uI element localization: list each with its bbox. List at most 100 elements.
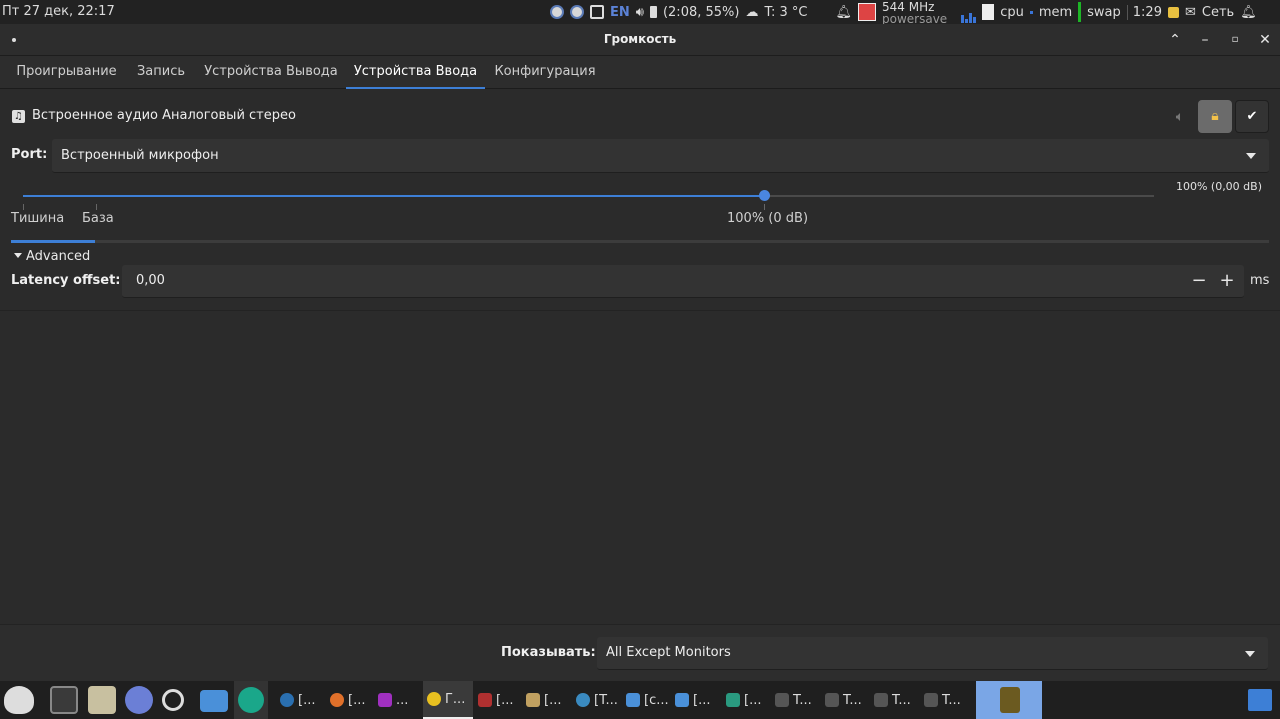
tab-bar: Проигрывание Запись Устройства Вывода Ус…	[0, 56, 1280, 89]
latency-unit: ms	[1250, 273, 1270, 288]
volume-slider-fill	[23, 195, 764, 197]
bottom-bar: Показывать: All Except Monitors	[0, 624, 1280, 681]
bell-icon[interactable]: 🔔︎	[835, 5, 852, 20]
task-item[interactable]: [...	[671, 681, 710, 719]
task-item[interactable]: T...	[771, 681, 812, 719]
minimize-icon[interactable]: –	[1195, 30, 1215, 50]
task-item[interactable]: T...	[870, 681, 911, 719]
task-label: [...	[693, 692, 711, 708]
task-item[interactable]: [...	[276, 681, 315, 719]
mem-label[interactable]: mem	[1039, 5, 1072, 20]
launcher-active[interactable]	[234, 681, 268, 719]
tab-playback[interactable]: Проигрывание	[8, 56, 125, 89]
eyes-icon[interactable]	[550, 5, 564, 19]
temperature[interactable]: T: 3 °C	[764, 5, 807, 20]
window-titlebar[interactable]: Громкость ⌃ – ▫ ✕	[0, 24, 1280, 56]
task-item[interactable]: T...	[920, 681, 961, 719]
volume-slider[interactable]	[23, 195, 1154, 197]
task-label: T...	[892, 692, 911, 708]
note-icon	[982, 4, 995, 20]
taskbar: [... [... ... Г... [... [... [T... [c...…	[0, 681, 1280, 719]
task-item[interactable]: [T...	[572, 681, 618, 719]
advanced-expander[interactable]: Advanced	[14, 249, 90, 264]
task-item[interactable]: [...	[326, 681, 365, 719]
latency-value[interactable]: 0,00	[136, 273, 165, 288]
battery-icon[interactable]	[649, 6, 657, 18]
keyboard-layout[interactable]: EN	[610, 5, 630, 20]
folder-icon[interactable]	[200, 690, 228, 712]
task-item[interactable]: [...	[522, 681, 561, 719]
task-item-current[interactable]: Г...	[423, 681, 473, 719]
task-label: [...	[298, 692, 316, 708]
volume-readout: 100% (0,00 dB)	[1175, 180, 1262, 193]
task-label: [...	[744, 692, 762, 708]
network-label[interactable]: Сеть	[1202, 5, 1234, 20]
volume-slider-handle[interactable]	[758, 190, 770, 201]
tab-output-devices[interactable]: Устройства Вывода	[197, 56, 345, 89]
cpu-freq[interactable]: 544 MHz powersave	[882, 0, 947, 24]
file-manager-icon[interactable]	[88, 686, 116, 714]
tab-recording[interactable]: Запись	[126, 56, 196, 89]
task-item[interactable]: [...	[474, 681, 513, 719]
task-item[interactable]: T...	[821, 681, 862, 719]
clock[interactable]: 1:29	[1126, 4, 1162, 20]
battery-status[interactable]: (2:08, 55%)	[663, 5, 740, 20]
port-select[interactable]: Встроенный микрофон	[52, 139, 1269, 173]
speaker-mute-icon[interactable]: 🔈︎	[1170, 107, 1190, 127]
workspace-pager[interactable]	[976, 681, 1042, 719]
latency-label: Latency offset:	[11, 273, 121, 288]
show-desktop-icon[interactable]	[1248, 689, 1272, 711]
mark-100: 100% (0 dB)	[727, 211, 809, 226]
tick-silence	[23, 204, 24, 210]
tab-input-devices[interactable]: Устройства Ввода	[346, 56, 485, 89]
speaker-app-icon	[1000, 687, 1020, 713]
volume-icon[interactable]: 🔊︎	[636, 5, 644, 20]
tab-configuration[interactable]: Конфигурация	[486, 56, 604, 89]
latency-offset-spinbox[interactable]: 0,00 − +	[122, 265, 1244, 298]
set-default-button[interactable]: ✔	[1235, 100, 1269, 133]
chevron-down-icon	[1246, 153, 1256, 159]
level-meter-fill	[11, 240, 96, 243]
search-icon[interactable]	[162, 689, 184, 711]
chevron-down-icon	[1245, 651, 1255, 657]
display-icon[interactable]	[590, 5, 604, 19]
close-icon[interactable]: ✕	[1255, 30, 1275, 50]
port-value: Встроенный микрофон	[61, 148, 219, 163]
advanced-label: Advanced	[26, 249, 91, 264]
browser-icon[interactable]	[125, 686, 153, 714]
date-time[interactable]: Пт 27 дек, 22:17	[2, 4, 115, 19]
window-menu-icon[interactable]	[12, 38, 16, 42]
task-item[interactable]: [c...	[622, 681, 669, 719]
power-icon[interactable]: 🔔︎	[1240, 5, 1257, 20]
expander-arrow-icon	[14, 253, 22, 258]
window-title: Громкость	[603, 32, 677, 46]
xfce-menu-icon[interactable]	[4, 686, 34, 714]
maximize-icon[interactable]: ▫	[1225, 30, 1245, 50]
mark-silence: Тишина	[11, 211, 65, 226]
lock-channels-button[interactable]: 🔒︎	[1198, 100, 1232, 133]
decrement-button[interactable]: −	[1187, 270, 1211, 292]
mem-graph	[1029, 10, 1033, 14]
cpu-label[interactable]: cpu	[1000, 5, 1024, 20]
terminal-icon[interactable]	[50, 686, 78, 714]
mark-base: База	[82, 211, 114, 226]
cpu-governor: powersave	[882, 12, 948, 24]
task-label: T...	[793, 692, 812, 708]
tick-100	[764, 204, 765, 210]
level-meter	[11, 240, 1269, 243]
separator	[0, 310, 1280, 311]
eyes-icon-2[interactable]	[570, 5, 584, 19]
show-filter-select[interactable]: All Except Monitors	[597, 637, 1268, 670]
task-item[interactable]: [...	[722, 681, 761, 719]
mail-icon[interactable]: ✉︎	[1185, 5, 1196, 20]
cpu-freq-icon[interactable]	[858, 3, 876, 21]
swap-label[interactable]: swap	[1087, 5, 1121, 20]
chevron-up-icon[interactable]: ⌃	[1165, 30, 1185, 50]
sticky-notes-icon[interactable]	[1167, 6, 1179, 18]
task-label: ...	[396, 692, 409, 708]
show-label: Показывать:	[501, 645, 596, 660]
task-label: [...	[544, 692, 562, 708]
task-item[interactable]: ...	[374, 681, 408, 719]
top-panel: Пт 27 дек, 22:17 EN 🔊︎ (2:08, 55%) ☁︎ T:…	[0, 0, 1280, 24]
increment-button[interactable]: +	[1215, 270, 1239, 292]
